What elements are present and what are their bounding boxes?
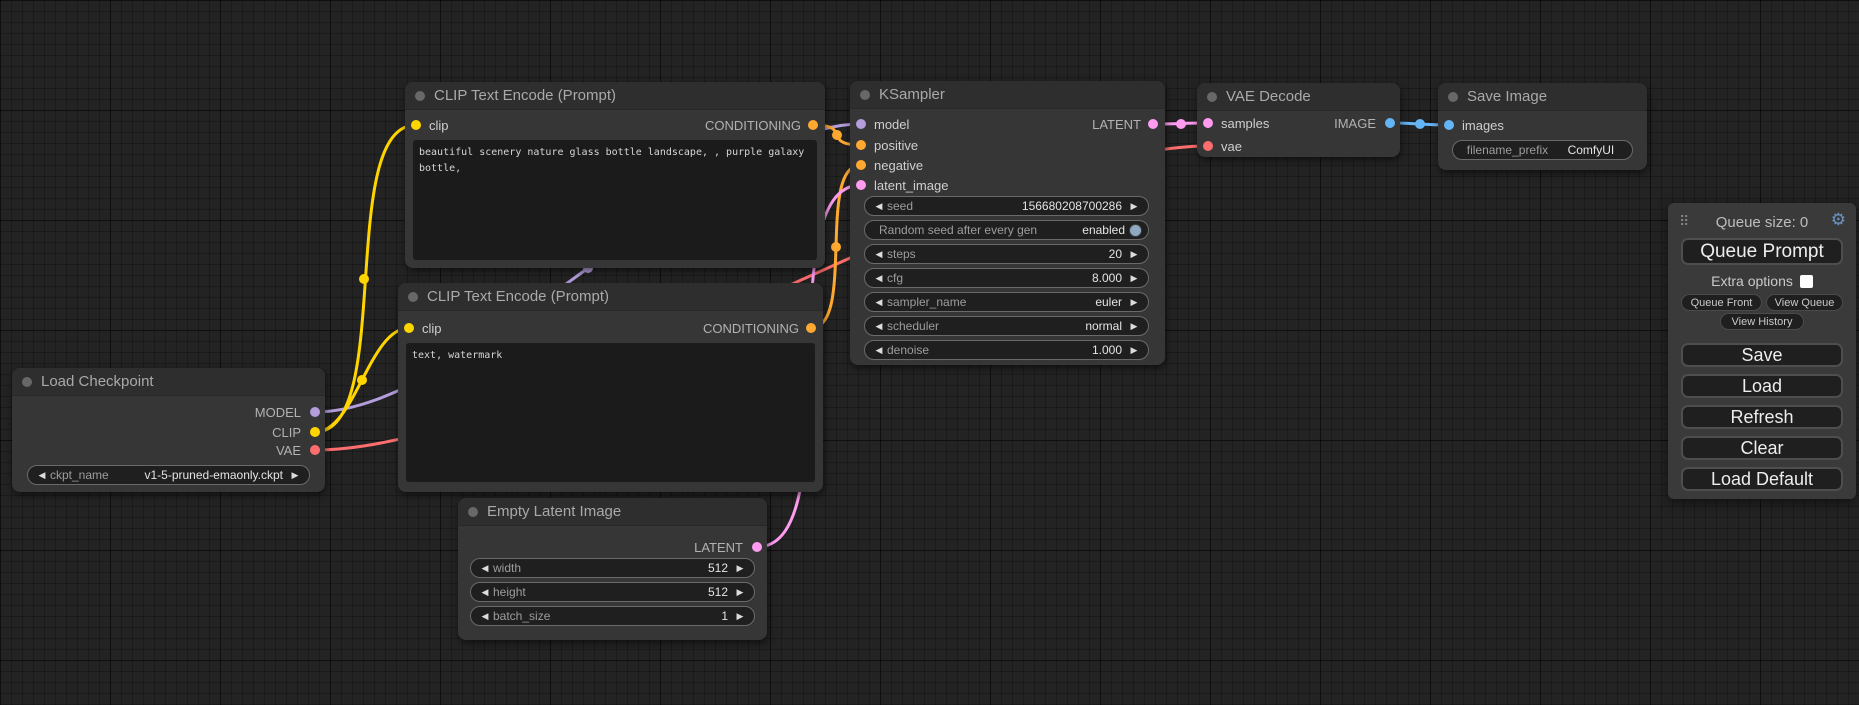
wire-dot [1415, 119, 1425, 129]
output-slot-model: MODEL [255, 402, 325, 422]
slot-row: samples IMAGE [1197, 113, 1400, 133]
clear-button[interactable]: Clear [1681, 436, 1843, 460]
node-title: KSampler [879, 86, 945, 103]
output-slot-clip: CLIP [272, 422, 325, 442]
input-slot-positive: positive [850, 135, 918, 155]
queue-size-label: Queue size: 0 [1668, 214, 1856, 231]
cfg-widget[interactable]: ◀ cfg 8.000 ▶ [864, 268, 1149, 288]
node-save-image[interactable]: Save Image images filename_prefix ComfyU… [1438, 83, 1647, 170]
node-clip-text-encode-negative[interactable]: CLIP Text Encode (Prompt) clip CONDITION… [398, 283, 823, 492]
node-title: CLIP Text Encode (Prompt) [434, 87, 616, 104]
increment-arrow-icon[interactable]: ▶ [1126, 346, 1142, 355]
node-title-bar[interactable]: Load Checkpoint [12, 368, 325, 396]
decrement-arrow-icon[interactable]: ◀ [477, 588, 493, 597]
node-title: Empty Latent Image [487, 503, 621, 520]
node-load-checkpoint[interactable]: Load Checkpoint MODEL CLIP VAE ◀ ckpt_na… [12, 368, 325, 492]
decrement-arrow-icon[interactable]: ◀ [871, 274, 887, 283]
node-title-bar[interactable]: VAE Decode [1197, 83, 1400, 111]
slot-row: model LATENT [850, 114, 1165, 134]
slot-row: clip CONDITIONING [398, 318, 823, 338]
decrement-arrow-icon[interactable]: ◀ [477, 612, 493, 621]
queue-prompt-button[interactable]: Queue Prompt [1681, 238, 1843, 265]
node-collapse-dot[interactable] [408, 292, 418, 302]
increment-arrow-icon[interactable]: ▶ [732, 612, 748, 621]
height-widget[interactable]: ◀ height 512 ▶ [470, 582, 755, 602]
positive-prompt-textarea[interactable]: beautiful scenery nature glass bottle la… [413, 140, 817, 260]
steps-widget[interactable]: ◀ steps 20 ▶ [864, 244, 1149, 264]
decrement-arrow-icon[interactable]: ◀ [871, 322, 887, 331]
increment-arrow-icon[interactable]: ▶ [732, 588, 748, 597]
node-title: VAE Decode [1226, 88, 1311, 105]
input-slot-images: images [1438, 115, 1504, 135]
increment-arrow-icon[interactable]: ▶ [1126, 298, 1142, 307]
wire-dot [359, 274, 369, 284]
save-button[interactable]: Save [1681, 343, 1843, 367]
node-graph-canvas[interactable]: Load Checkpoint MODEL CLIP VAE ◀ ckpt_na… [0, 0, 1859, 705]
decrement-arrow-icon[interactable]: ◀ [477, 564, 493, 573]
refresh-button[interactable]: Refresh [1681, 405, 1843, 429]
view-queue-button[interactable]: View Queue [1766, 294, 1843, 311]
node-collapse-dot[interactable] [860, 90, 870, 100]
node-vae-decode[interactable]: VAE Decode samples IMAGE vae [1197, 83, 1400, 157]
node-title-bar[interactable]: CLIP Text Encode (Prompt) [405, 82, 825, 110]
denoise-widget[interactable]: ◀ denoise 1.000 ▶ [864, 340, 1149, 360]
node-collapse-dot[interactable] [1448, 92, 1458, 102]
node-title: CLIP Text Encode (Prompt) [427, 288, 609, 305]
node-ksampler[interactable]: KSampler model LATENT positive negative … [850, 81, 1165, 365]
filename-prefix-widget[interactable]: filename_prefix ComfyUI [1452, 140, 1633, 160]
node-title: Save Image [1467, 88, 1547, 105]
input-slot-negative: negative [850, 155, 923, 175]
gear-icon[interactable]: ⚙ [1831, 210, 1846, 230]
node-title-bar[interactable]: CLIP Text Encode (Prompt) [398, 283, 823, 311]
queue-front-button[interactable]: Queue Front [1681, 294, 1762, 311]
increment-arrow-icon[interactable]: ▶ [1126, 274, 1142, 283]
node-title-bar[interactable]: Save Image [1438, 83, 1647, 111]
node-empty-latent-image[interactable]: Empty Latent Image LATENT ◀ width 512 ▶ … [458, 498, 767, 640]
input-slot-latent-image: latent_image [850, 175, 948, 195]
seed-widget[interactable]: ◀ seed 156680208700286 ▶ [864, 196, 1149, 216]
node-collapse-dot[interactable] [1207, 92, 1217, 102]
wire-dot [1176, 119, 1186, 129]
toggle-enabled-dot[interactable] [1129, 224, 1142, 237]
sampler-name-widget[interactable]: ◀ sampler_name euler ▶ [864, 292, 1149, 312]
extra-options-checkbox[interactable] [1800, 275, 1813, 288]
random-seed-toggle-widget[interactable]: Random seed after every gen enabled [864, 220, 1149, 240]
wire-dot [831, 242, 841, 252]
node-clip-text-encode-positive[interactable]: CLIP Text Encode (Prompt) clip CONDITION… [405, 82, 825, 268]
batch-size-widget[interactable]: ◀ batch_size 1 ▶ [470, 606, 755, 626]
decrement-arrow-icon[interactable]: ◀ [871, 250, 887, 259]
increment-arrow-icon[interactable]: ▶ [732, 564, 748, 573]
scheduler-widget[interactable]: ◀ scheduler normal ▶ [864, 316, 1149, 336]
increment-arrow-icon[interactable]: ▶ [1126, 202, 1142, 211]
width-widget[interactable]: ◀ width 512 ▶ [470, 558, 755, 578]
node-collapse-dot[interactable] [415, 91, 425, 101]
slot-row: clip CONDITIONING [405, 115, 825, 135]
output-slot-latent: LATENT [694, 537, 767, 557]
output-slot-vae: VAE [276, 440, 325, 460]
decrement-arrow-icon[interactable]: ◀ [871, 346, 887, 355]
decrement-arrow-icon[interactable]: ◀ [871, 298, 887, 307]
view-history-button[interactable]: View History [1720, 313, 1804, 330]
increment-arrow-icon[interactable]: ▶ [1126, 250, 1142, 259]
increment-arrow-icon[interactable]: ▶ [1126, 322, 1142, 331]
node-collapse-dot[interactable] [468, 507, 478, 517]
node-collapse-dot[interactable] [22, 377, 32, 387]
negative-prompt-textarea[interactable]: text, watermark [406, 343, 815, 482]
wire-dot [832, 130, 842, 140]
queue-panel: ⠿ Queue size: 0 ⚙ Queue Prompt Extra opt… [1668, 203, 1856, 499]
increment-arrow-icon[interactable]: ▶ [287, 471, 303, 480]
node-title: Load Checkpoint [41, 373, 154, 390]
ckpt-name-widget[interactable]: ◀ ckpt_name v1-5-pruned-emaonly.ckpt ▶ [27, 465, 310, 485]
decrement-arrow-icon[interactable]: ◀ [871, 202, 887, 211]
node-title-bar[interactable]: Empty Latent Image [458, 498, 767, 526]
wire-dot [357, 375, 367, 385]
load-default-button[interactable]: Load Default [1681, 467, 1843, 491]
input-slot-vae: vae [1197, 136, 1242, 156]
node-title-bar[interactable]: KSampler [850, 81, 1165, 109]
extra-options-label: Extra options [1711, 273, 1793, 289]
decrement-arrow-icon[interactable]: ◀ [34, 471, 50, 480]
load-button[interactable]: Load [1681, 374, 1843, 398]
